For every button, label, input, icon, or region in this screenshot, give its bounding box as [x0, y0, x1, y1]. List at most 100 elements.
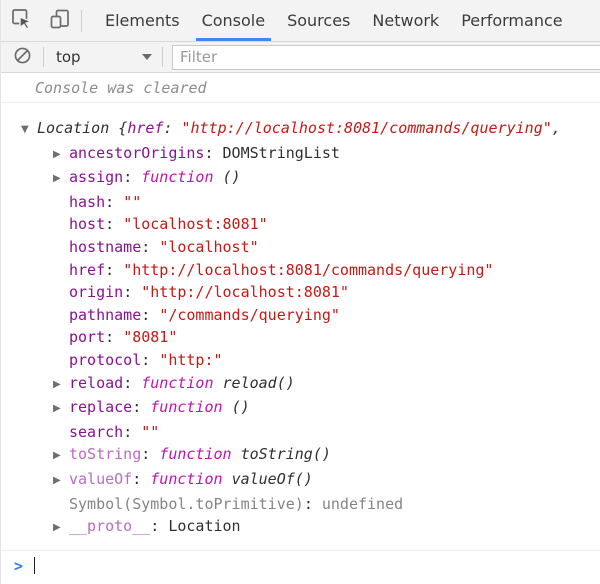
property-value: "localhost": [159, 238, 258, 256]
inspect-element-icon: [11, 8, 33, 34]
property-value: undefined: [322, 495, 403, 513]
property-row: search: "": [1, 421, 600, 444]
property-value: "8081": [123, 328, 177, 346]
colon-separator: :: [123, 283, 141, 301]
property-name: toString: [69, 445, 141, 463]
tab-label: Elements: [105, 11, 180, 30]
triangle-right-icon[interactable]: ▶: [53, 398, 69, 421]
property-name: port: [69, 328, 105, 346]
property-name: href: [69, 261, 105, 279]
colon-separator: :: [123, 423, 141, 441]
property-row[interactable]: ▶toString: function toString(): [1, 443, 600, 468]
function-keyword: function: [159, 445, 240, 463]
colon-separator: :: [105, 328, 123, 346]
property-value: "http://localhost:8081": [141, 283, 349, 301]
property-row: href: "http://localhost:8081/commands/qu…: [1, 259, 600, 282]
property-row[interactable]: ▶valueOf: function valueOf(): [1, 468, 600, 493]
property-row: protocol: "http:": [1, 349, 600, 372]
colon-separator: :: [304, 495, 322, 513]
property-row: pathname: "/commands/querying": [1, 304, 600, 327]
function-signature: (): [232, 398, 250, 416]
colon-separator: :: [150, 517, 168, 535]
property-value: "http:": [159, 351, 222, 369]
tab-performance[interactable]: Performance: [450, 0, 573, 41]
property-row[interactable]: ▶assign: function (): [1, 166, 600, 191]
colon-separator: :: [163, 119, 181, 137]
console-cleared-text: Console was cleared: [35, 79, 207, 97]
triangle-right-icon[interactable]: ▶: [53, 470, 69, 493]
triangle-right-icon[interactable]: ▶: [53, 517, 69, 540]
property-row[interactable]: ▶reload: function reload(): [1, 372, 600, 397]
prompt-chevron-icon: >: [14, 557, 23, 575]
property-row[interactable]: ▶replace: function (): [1, 396, 600, 421]
property-value: "/commands/querying": [159, 306, 340, 324]
clear-console-icon: [13, 46, 32, 69]
property-row[interactable]: ▶ancestorOrigins: DOMStringList: [1, 142, 600, 167]
triangle-right-icon[interactable]: ▶: [53, 168, 69, 191]
property-name: replace: [69, 398, 132, 416]
preview-trailing-comma: ,: [552, 119, 561, 137]
panel-tabs: Elements Console Sources Network Perform…: [94, 0, 574, 41]
colon-separator: :: [105, 193, 123, 211]
function-signature: reload(): [223, 374, 295, 392]
property-name: assign: [69, 168, 123, 186]
object-open-brace: {: [109, 119, 127, 137]
property-name: hostname: [69, 238, 141, 256]
triangle-down-icon[interactable]: ▼: [21, 119, 37, 142]
console-log-area: ▼Location {href: "http://localhost:8081/…: [1, 103, 600, 550]
property-value: "": [141, 423, 159, 441]
property-row: Symbol(Symbol.toPrimitive): undefined: [1, 493, 600, 516]
colon-separator: :: [105, 215, 123, 233]
execution-context-selector[interactable]: top: [44, 42, 162, 72]
colon-separator: :: [141, 306, 159, 324]
function-keyword: function: [150, 398, 231, 416]
tab-label: Performance: [461, 11, 562, 30]
colon-separator: :: [123, 168, 141, 186]
tab-elements[interactable]: Elements: [94, 0, 191, 41]
triangle-right-icon[interactable]: ▶: [53, 445, 69, 468]
filter-input[interactable]: [172, 45, 600, 70]
toolbar-separator: [81, 10, 82, 32]
property-row: hash: "": [1, 191, 600, 214]
property-row: origin: "http://localhost:8081": [1, 281, 600, 304]
property-value: DOMStringList: [223, 144, 340, 162]
colon-separator: :: [123, 374, 141, 392]
property-name: pathname: [69, 306, 141, 324]
tab-console[interactable]: Console: [191, 0, 277, 41]
toggle-device-toolbar-icon: [49, 8, 71, 34]
preview-property-value: "http://localhost:8081/commands/querying…: [182, 119, 552, 137]
property-name: hash: [69, 193, 105, 211]
property-row: hostname: "localhost": [1, 236, 600, 259]
property-value: Location: [168, 517, 240, 535]
colon-separator: :: [141, 238, 159, 256]
property-value: "localhost:8081": [123, 215, 268, 233]
filter-container: [163, 42, 600, 72]
colon-separator: :: [141, 445, 159, 463]
function-keyword: function: [141, 374, 222, 392]
triangle-right-icon[interactable]: ▶: [53, 374, 69, 397]
tab-sources[interactable]: Sources: [276, 0, 361, 41]
colon-separator: :: [132, 398, 150, 416]
console-prompt[interactable]: >: [1, 550, 600, 581]
text-cursor: [34, 557, 35, 574]
property-row[interactable]: ▶__proto__: Location: [1, 515, 600, 540]
clear-console-button[interactable]: [1, 42, 43, 72]
function-keyword: function: [141, 168, 222, 186]
colon-separator: :: [141, 351, 159, 369]
property-name: ancestorOrigins: [69, 144, 204, 162]
object-class-name: Location: [37, 119, 109, 137]
property-name: reload: [69, 374, 123, 392]
property-name: host: [69, 215, 105, 233]
triangle-right-icon[interactable]: ▶: [53, 144, 69, 167]
object-preview-row[interactable]: ▼Location {href: "http://localhost:8081/…: [1, 117, 600, 142]
tab-label: Network: [372, 11, 439, 30]
devtools-tabbar: Elements Console Sources Network Perform…: [1, 0, 600, 42]
colon-separator: :: [204, 144, 222, 162]
function-signature: valueOf(): [232, 470, 313, 488]
inspect-element-button[interactable]: [5, 4, 39, 38]
execution-context-value: top: [56, 48, 142, 66]
toggle-device-toolbar-button[interactable]: [43, 4, 77, 38]
property-value: "": [123, 193, 141, 211]
tab-network[interactable]: Network: [361, 0, 450, 41]
tab-label: Sources: [287, 11, 350, 30]
